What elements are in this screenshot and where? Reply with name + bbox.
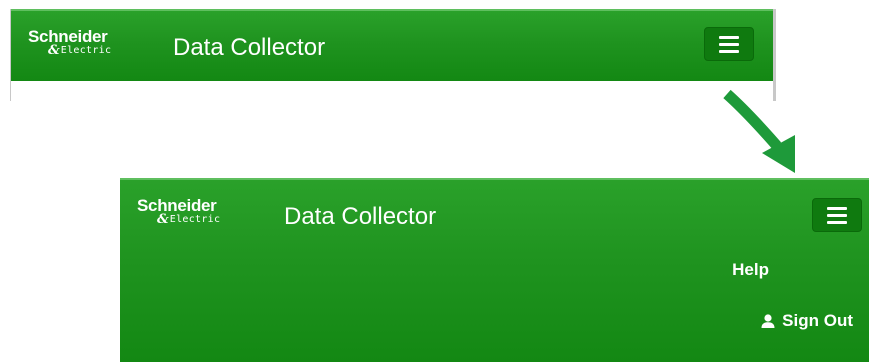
user-icon	[761, 314, 775, 328]
navbar-expanded: Schneider & Electric Data Collector Help…	[120, 178, 869, 362]
navbar-collapsed: Schneider & Electric Data Collector	[11, 9, 773, 81]
schneider-electric-logo[interactable]: Schneider & Electric	[137, 197, 220, 226]
schneider-electric-logo[interactable]: Schneider & Electric	[28, 28, 111, 57]
logo-mark: &	[48, 43, 60, 58]
menu-toggle-button[interactable]	[704, 27, 754, 61]
hamburger-menu-icon	[827, 206, 847, 210]
logo-bottom-row: & Electric	[157, 213, 220, 226]
menu-toggle-button[interactable]	[812, 198, 862, 232]
app-title[interactable]: Data Collector	[284, 203, 436, 231]
hamburger-menu-icon	[719, 35, 739, 39]
logo-bottom-row: & Electric	[48, 44, 111, 57]
logo-sub-text: Electric	[60, 44, 112, 56]
logo-sub-text: Electric	[169, 213, 221, 225]
logo-top-text: Schneider	[28, 27, 108, 46]
app-title[interactable]: Data Collector	[173, 34, 325, 62]
nav-item-sign-out[interactable]: Sign Out	[760, 311, 853, 331]
logo-top-text: Schneider	[137, 196, 217, 215]
sign-out-label: Sign Out	[782, 311, 853, 330]
nav-item-help[interactable]: Help	[732, 260, 769, 280]
screenshot-stage: Schneider & Electric Data Collector Schn…	[0, 0, 869, 362]
logo-mark: &	[157, 212, 169, 227]
hamburger-menu-icon-bar	[827, 220, 847, 224]
hamburger-menu-icon-bar	[827, 213, 847, 217]
hamburger-menu-icon-bar	[719, 42, 739, 46]
down-arrow-icon	[723, 89, 795, 173]
hamburger-menu-icon-bar	[719, 49, 739, 53]
